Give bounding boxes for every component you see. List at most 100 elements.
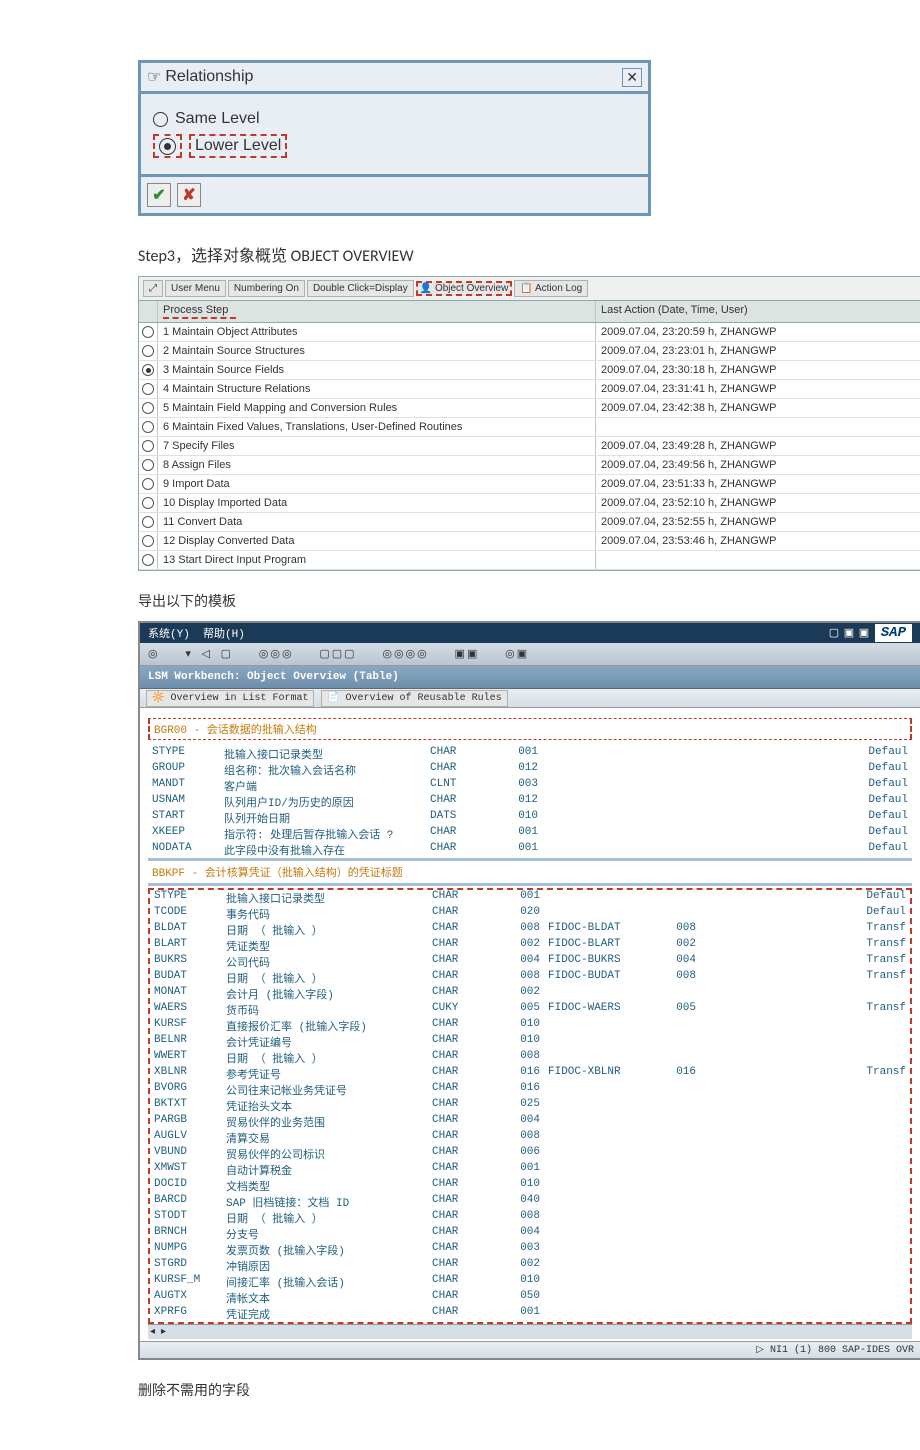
step-radio[interactable] bbox=[142, 345, 154, 357]
field-row: BLART凭证类型CHAR002FIDOC-BLART002Transf bbox=[150, 938, 910, 954]
step-label: 2 Maintain Source Structures bbox=[158, 342, 596, 360]
step-last-action: 2009.07.04, 23:51:33 h, ZHANGWP bbox=[596, 475, 920, 493]
process-step-row[interactable]: 4 Maintain Structure Relations2009.07.04… bbox=[139, 380, 920, 399]
process-step-row[interactable]: 2 Maintain Source Structures2009.07.04, … bbox=[139, 342, 920, 361]
same-level-label: Same Level bbox=[175, 110, 260, 128]
process-step-row[interactable]: 12 Display Converted Data2009.07.04, 23:… bbox=[139, 532, 920, 551]
step-last-action: 2009.07.04, 23:52:55 h, ZHANGWP bbox=[596, 513, 920, 531]
field-row: WAERS货币码CUKY005FIDOC-WAERS005Transf bbox=[150, 1002, 910, 1018]
toolbar: ⤢ User Menu Numbering On Double Click=Di… bbox=[139, 277, 920, 301]
process-step-window: ⤢ User Menu Numbering On Double Click=Di… bbox=[138, 276, 920, 571]
process-step-row[interactable]: 13 Start Direct Input Program bbox=[139, 551, 920, 570]
step-label: 10 Display Imported Data bbox=[158, 494, 596, 512]
step-radio[interactable] bbox=[142, 421, 154, 433]
step-last-action: 2009.07.04, 23:23:01 h, ZHANGWP bbox=[596, 342, 920, 360]
field-row: DOCID文档类型CHAR010 bbox=[150, 1178, 910, 1194]
field-row: PARGB贸易伙伴的业务范围CHAR004 bbox=[150, 1114, 910, 1130]
step-radio[interactable] bbox=[142, 516, 154, 528]
relationship-dialog: ☞Relationship ✕ Same Level Lower Level ✔… bbox=[138, 60, 651, 216]
step-last-action: 2009.07.04, 23:49:56 h, ZHANGWP bbox=[596, 456, 920, 474]
overview-list-button[interactable]: 🔆 Overview in List Format bbox=[146, 690, 314, 707]
step-label: 8 Assign Files bbox=[158, 456, 596, 474]
step3-title: Step3，选择对象概览 OBJECT OVERVIEW bbox=[138, 242, 888, 266]
step-radio[interactable] bbox=[142, 497, 154, 509]
field-row: BELNR会计凭证编号CHAR010 bbox=[150, 1034, 910, 1050]
field-row: AUGLV清算交易CHAR008 bbox=[150, 1130, 910, 1146]
field-row: BUKRS公司代码CHAR004FIDOC-BUKRS004Transf bbox=[150, 954, 910, 970]
step-radio[interactable] bbox=[142, 459, 154, 471]
step-label: 9 Import Data bbox=[158, 475, 596, 493]
step-radio[interactable] bbox=[142, 554, 154, 566]
lower-level-radio[interactable] bbox=[159, 138, 176, 155]
step-radio[interactable] bbox=[142, 326, 154, 338]
field-row: BKTXT凭证抬头文本CHAR025 bbox=[150, 1098, 910, 1114]
step-last-action: 2009.07.04, 23:42:38 h, ZHANGWP bbox=[596, 399, 920, 417]
process-step-row[interactable]: 6 Maintain Fixed Values, Translations, U… bbox=[139, 418, 920, 437]
field-row: AUGTX清帐文本CHAR050 bbox=[150, 1290, 910, 1306]
step-radio[interactable] bbox=[142, 383, 154, 395]
step-radio[interactable] bbox=[142, 535, 154, 547]
field-row: KURSF_M间接汇率 (批输入会话)CHAR010 bbox=[150, 1274, 910, 1290]
step-last-action: 2009.07.04, 23:53:46 h, ZHANGWP bbox=[596, 532, 920, 550]
window-controls-icon[interactable]: ▢ ▣ ▣ bbox=[829, 626, 868, 640]
field-row: STODT日期 （ 批输入 ）CHAR008 bbox=[150, 1210, 910, 1226]
user-menu-button[interactable]: User Menu bbox=[165, 280, 226, 297]
relationship-title: Relationship bbox=[165, 68, 253, 86]
step-label: 6 Maintain Fixed Values, Translations, U… bbox=[158, 418, 596, 436]
dblclick-button[interactable]: Double Click=Display bbox=[307, 280, 414, 297]
lower-level-label: Lower Level bbox=[189, 134, 287, 158]
field-row: BARCDSAP 旧档链接：文档 IDCHAR040 bbox=[150, 1194, 910, 1210]
window-icon: ☞ bbox=[147, 67, 161, 87]
step-last-action: 2009.07.04, 23:30:18 h, ZHANGWP bbox=[596, 361, 920, 379]
step-last-action: 2009.07.04, 23:31:41 h, ZHANGWP bbox=[596, 380, 920, 398]
step-radio[interactable] bbox=[142, 402, 154, 414]
step-label: 5 Maintain Field Mapping and Conversion … bbox=[158, 399, 596, 417]
field-row: KURSF直接报价汇率 (批输入字段)CHAR010 bbox=[150, 1018, 910, 1034]
icon-toolbar[interactable]: ◎ ▾ ◁ ▢ ◎◎◎ ▢▢▢ ◎◎◎◎ ▣▣ ◎▣ bbox=[140, 643, 920, 666]
step-label: 1 Maintain Object Attributes bbox=[158, 323, 596, 341]
process-step-row[interactable]: 5 Maintain Field Mapping and Conversion … bbox=[139, 399, 920, 418]
field-row: USNAM队列用户ID/为历史的原因CHAR012Defaul bbox=[148, 794, 912, 810]
step-radio[interactable] bbox=[142, 440, 154, 452]
close-icon[interactable]: ✕ bbox=[622, 68, 642, 87]
step-radio[interactable] bbox=[142, 478, 154, 490]
process-step-row[interactable]: 7 Specify Files2009.07.04, 23:49:28 h, Z… bbox=[139, 437, 920, 456]
process-step-row[interactable]: 9 Import Data2009.07.04, 23:51:33 h, ZHA… bbox=[139, 475, 920, 494]
delete-fields-text: 删除不需用的字段 bbox=[138, 1380, 888, 1400]
process-step-row[interactable]: 11 Convert Data2009.07.04, 23:52:55 h, Z… bbox=[139, 513, 920, 532]
menu-help[interactable]: 帮助(H) bbox=[203, 629, 245, 641]
step-label: 7 Specify Files bbox=[158, 437, 596, 455]
expand-icon[interactable]: ⤢ bbox=[143, 280, 163, 297]
process-step-row[interactable]: 1 Maintain Object Attributes2009.07.04, … bbox=[139, 323, 920, 342]
field-row: XBLNR参考凭证号CHAR016FIDOC-XBLNR016Transf bbox=[150, 1066, 910, 1082]
sap-logo: SAP bbox=[875, 624, 912, 642]
field-row: STGRD冲销原因CHAR002 bbox=[150, 1258, 910, 1274]
action-log-button[interactable]: 📋 Action Log bbox=[514, 280, 588, 297]
same-level-radio[interactable] bbox=[153, 112, 168, 127]
object-overview-button[interactable]: 👤 Object Overview bbox=[416, 281, 513, 296]
field-row: XPRFG凭证完成CHAR001 bbox=[150, 1306, 910, 1322]
field-row: MONAT会计月 (批输入字段)CHAR002 bbox=[150, 986, 910, 1002]
process-step-row[interactable]: 10 Display Imported Data2009.07.04, 23:5… bbox=[139, 494, 920, 513]
numbering-button[interactable]: Numbering On bbox=[228, 280, 305, 297]
field-row: BRNCH分支号CHAR004 bbox=[150, 1226, 910, 1242]
process-step-row[interactable]: 3 Maintain Source Fields2009.07.04, 23:3… bbox=[139, 361, 920, 380]
menu-system[interactable]: 系统(Y) bbox=[148, 629, 190, 641]
step-last-action bbox=[596, 551, 920, 569]
process-step-row[interactable]: 8 Assign Files2009.07.04, 23:49:56 h, ZH… bbox=[139, 456, 920, 475]
step-radio[interactable] bbox=[142, 364, 154, 376]
field-row: STYPE批输入接口记录类型CHAR001Defaul bbox=[148, 746, 912, 762]
field-row: STYPE批输入接口记录类型CHAR001Defaul bbox=[150, 890, 910, 906]
step-last-action: 2009.07.04, 23:20:59 h, ZHANGWP bbox=[596, 323, 920, 341]
col-last-action: Last Action (Date, Time, User) bbox=[596, 301, 920, 322]
process-step-header: Process Step Last Action (Date, Time, Us… bbox=[139, 301, 920, 323]
field-table-2: STYPE批输入接口记录类型CHAR001DefaulTCODE事务代码CHAR… bbox=[150, 890, 910, 1322]
group-header-bgr00: BGR00 - 会话数据的批输入结构 bbox=[148, 718, 912, 740]
cancel-button[interactable]: ✘ bbox=[177, 183, 201, 207]
field-row: BUDAT日期 （ 批输入 ）CHAR008FIDOC-BUDAT008Tran… bbox=[150, 970, 910, 986]
ok-button[interactable]: ✔ bbox=[147, 183, 171, 207]
overview-reusable-button[interactable]: 📄 Overview of Reusable Rules bbox=[321, 690, 507, 707]
field-row: XMWST自动计算税金CHAR001 bbox=[150, 1162, 910, 1178]
step-last-action: 2009.07.04, 23:52:10 h, ZHANGWP bbox=[596, 494, 920, 512]
step-last-action bbox=[596, 418, 920, 436]
